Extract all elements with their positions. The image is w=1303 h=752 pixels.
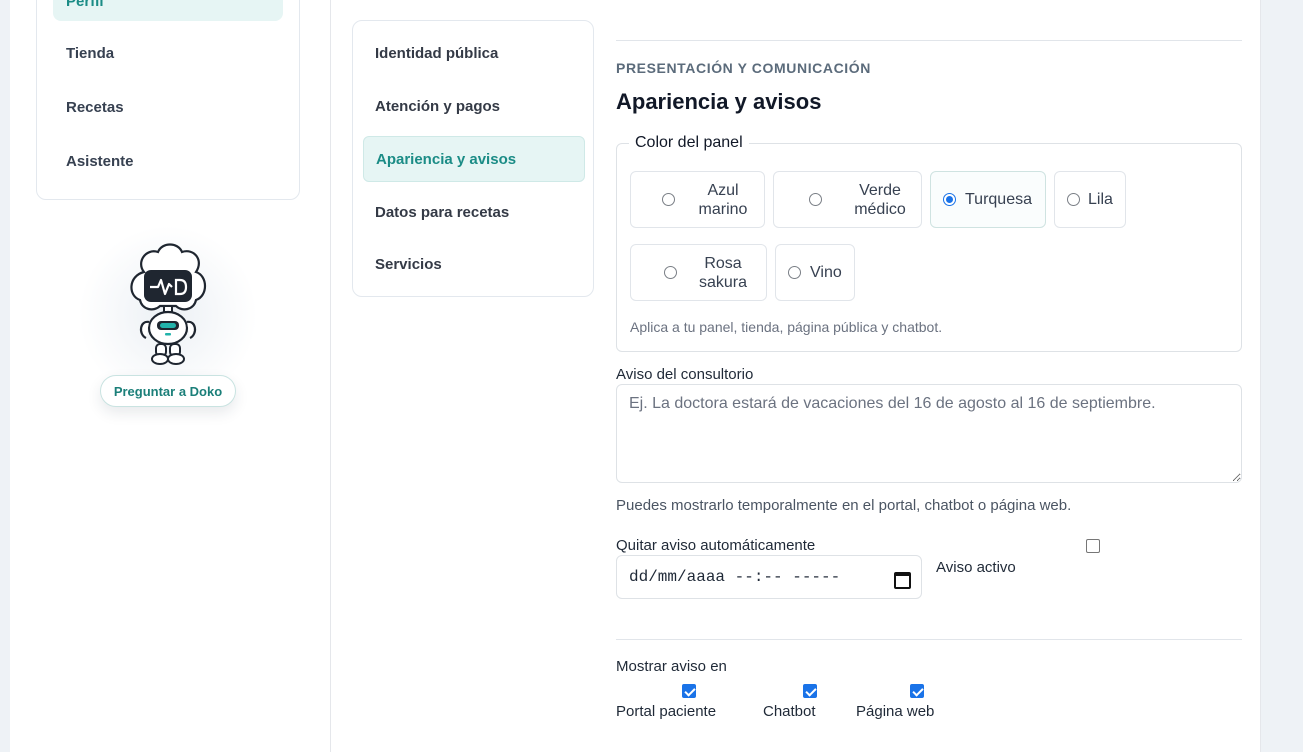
settings-nav-servicios[interactable]: Servicios (363, 241, 585, 287)
color-option-label: Vino (810, 264, 842, 281)
color-option-vino[interactable]: Vino (775, 244, 855, 301)
sidebar-item-tienda[interactable]: Tienda (53, 33, 283, 73)
section-eyebrow: PRESENTACIÓN Y COMUNICACIÓN (616, 60, 871, 76)
panel-color-help: Aplica a tu panel, tienda, página públic… (630, 319, 943, 335)
settings-nav-label: Datos para recetas (375, 203, 510, 221)
color-option-label: Verde médico (850, 181, 910, 219)
sidebar-item-asistente[interactable]: Asistente (53, 141, 283, 181)
color-option-label: Rosa sakura (697, 254, 749, 292)
panel-color-legend: Color del panel (629, 134, 749, 152)
sidebar-item-label: Tienda (66, 44, 115, 62)
auto-remove-label: Quitar aviso automáticamente (616, 537, 816, 554)
sidebar-item-perfil[interactable]: Perfil (53, 0, 283, 21)
notice-textarea[interactable] (616, 384, 1242, 483)
color-option-line2: sakura (698, 273, 748, 291)
color-option-azul-marino[interactable]: Azul marino (630, 171, 765, 228)
color-option-verde-medico[interactable]: Verde médico (773, 171, 922, 228)
sidebar-item-label: Perfil (66, 0, 104, 10)
sidebar-item-label: Recetas (66, 98, 124, 116)
doko-robot-icon (120, 240, 216, 370)
settings-nav-identidad[interactable]: Identidad pública (363, 30, 585, 76)
settings-nav-apariencia[interactable]: Apariencia y avisos (363, 136, 585, 182)
target-label-chatbot: Chatbot (763, 703, 816, 720)
color-option-line1: Azul (707, 181, 739, 199)
color-option-line1: Rosa (704, 254, 742, 272)
color-option-turquesa[interactable]: Turquesa (930, 171, 1046, 228)
settings-nav: Identidad pública Atención y pagos Apari… (352, 20, 594, 297)
target-label-pagina-web: Página web (856, 703, 935, 720)
settings-nav-label: Servicios (375, 255, 442, 273)
radio-icon[interactable] (788, 266, 801, 279)
settings-nav-atencion[interactable]: Atención y pagos (363, 83, 585, 129)
color-option-label: Turquesa (965, 191, 1032, 208)
notice-active-label: Aviso activo (936, 559, 1016, 576)
datetime-value: dd/mm/aaaa --:-- ----- (629, 568, 841, 586)
color-option-rosa-sakura[interactable]: Rosa sakura (630, 244, 767, 301)
app-root: Perfil Tienda Recetas Asistente Pregunta… (0, 0, 1303, 752)
page-margin (1260, 0, 1303, 752)
sidebar-nav: Perfil Tienda Recetas Asistente (36, 0, 300, 200)
checkbox-pagina-web[interactable] (910, 684, 924, 698)
calendar-icon[interactable] (893, 569, 911, 589)
checkbox-portal-paciente[interactable] (682, 684, 696, 698)
radio-icon[interactable] (943, 193, 956, 206)
show-notice-label: Mostrar aviso en (616, 658, 727, 675)
checkbox-chatbot[interactable] (803, 684, 817, 698)
sidebar: Perfil Tienda Recetas Asistente Pregunta… (10, 0, 330, 752)
appearance-section: PRESENTACIÓN Y COMUNICACIÓN Apariencia y… (616, 0, 1242, 752)
panel-color-fieldset: Color del panel Azul marino Verde médico (616, 134, 1242, 352)
color-option-lila[interactable]: Lila (1054, 171, 1126, 228)
notice-help: Puedes mostrarlo temporalmente en el por… (616, 497, 1072, 514)
auto-remove-datetime-input[interactable]: dd/mm/aaaa --:-- ----- (616, 555, 922, 599)
settings-nav-label: Apariencia y avisos (376, 150, 517, 168)
color-option-line2: médico (854, 200, 906, 218)
radio-icon[interactable] (662, 193, 675, 206)
radio-icon[interactable] (1067, 193, 1080, 206)
settings-nav-label: Identidad pública (375, 44, 499, 62)
sidebar-item-label: Asistente (66, 152, 134, 170)
color-option-line1: Verde (859, 181, 901, 199)
sidebar-item-recetas[interactable]: Recetas (53, 87, 283, 127)
settings-nav-label: Atención y pagos (375, 97, 501, 115)
color-option-label: Lila (1088, 191, 1113, 208)
section-divider (616, 639, 1242, 640)
section-divider (616, 40, 1242, 41)
color-option-line2: marino (698, 200, 748, 218)
radio-icon[interactable] (664, 266, 677, 279)
notice-active-checkbox[interactable] (1086, 539, 1100, 553)
settings-main: Identidad pública Atención y pagos Apari… (330, 0, 1260, 752)
color-option-label: Azul marino (697, 181, 749, 219)
settings-nav-recetas[interactable]: Datos para recetas (363, 189, 585, 235)
target-label-portal-paciente: Portal paciente (616, 703, 717, 720)
radio-icon[interactable] (809, 193, 822, 206)
section-title: Apariencia y avisos (616, 89, 822, 114)
ask-doko-button[interactable]: Preguntar a Doko (100, 375, 236, 407)
notice-label: Aviso del consultorio (616, 366, 754, 383)
